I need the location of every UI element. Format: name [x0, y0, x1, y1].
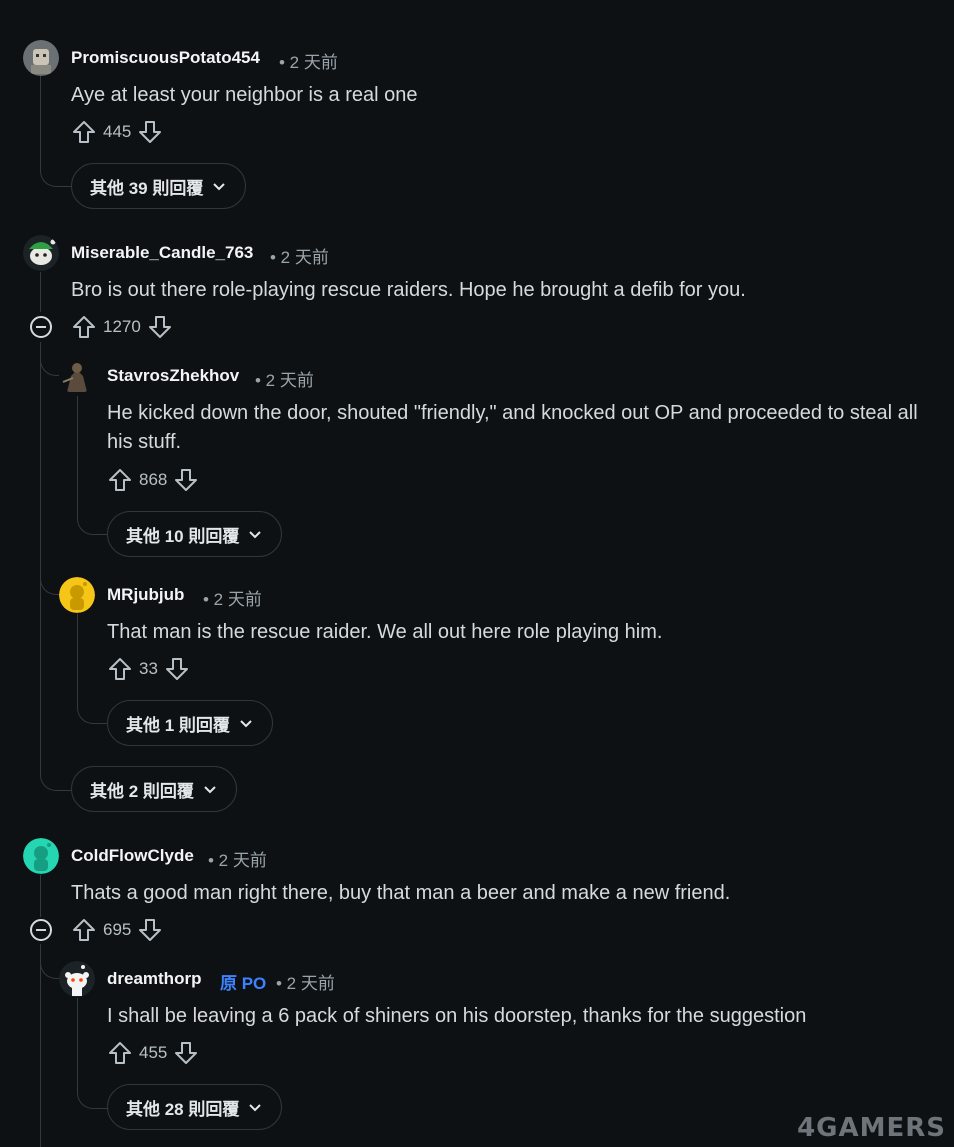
timestamp: • 2 天前	[203, 590, 262, 609]
downvote-icon[interactable]	[137, 119, 163, 145]
more-replies-label: 其他 2 則回覆	[90, 781, 194, 801]
more-replies-label: 其他 1 則回覆	[126, 715, 230, 735]
username[interactable]: PromiscuousPotato454	[71, 48, 260, 68]
upvote-icon[interactable]	[71, 314, 97, 340]
upvote-icon[interactable]	[107, 656, 133, 682]
vote-bar: 868	[107, 466, 199, 494]
username[interactable]: dreamthorp	[107, 969, 201, 989]
timestamp: • 2 天前	[279, 53, 338, 72]
collapse-thread-button[interactable]	[30, 316, 52, 338]
vote-count: 455	[139, 1043, 168, 1062]
thread-line	[77, 396, 78, 516]
collapse-thread-button[interactable]	[30, 919, 52, 941]
more-replies-label: 其他 10 則回覆	[126, 526, 240, 546]
avatar[interactable]	[59, 577, 95, 613]
thread-connector	[40, 560, 59, 595]
chevron-down-icon	[249, 1104, 262, 1112]
downvote-icon[interactable]	[137, 917, 163, 943]
timestamp: • 2 天前	[276, 974, 335, 993]
thread-connector	[77, 500, 108, 535]
chevron-down-icon	[249, 531, 262, 539]
upvote-icon[interactable]	[107, 1040, 133, 1066]
comment-text: Aye at least your neighbor is a real one	[71, 84, 418, 106]
username[interactable]: Miserable_Candle_763	[71, 243, 253, 263]
vote-bar: 455	[107, 1039, 199, 1067]
avatar[interactable]	[23, 235, 59, 271]
downvote-icon[interactable]	[164, 656, 190, 682]
avatar[interactable]	[59, 358, 95, 394]
thread-line	[40, 875, 41, 917]
avatar[interactable]	[59, 961, 95, 997]
avatar[interactable]	[23, 40, 59, 76]
thread-connector	[40, 948, 59, 979]
more-replies-label: 其他 28 則回覆	[126, 1099, 240, 1119]
thread-connector	[77, 1075, 108, 1109]
more-replies-button[interactable]: 其他 1 則回覆	[107, 700, 273, 746]
thread-connector	[40, 750, 71, 791]
comment-text: Bro is out there role-playing rescue rai…	[71, 279, 746, 301]
thread-connector	[77, 690, 108, 724]
watermark: 4GAMERS	[797, 1113, 946, 1143]
comment-text: That man is the rescue raider. We all ou…	[107, 621, 663, 643]
vote-count: 868	[139, 470, 168, 489]
vote-count: 33	[139, 659, 158, 678]
vote-count: 1270	[103, 317, 141, 336]
thread-connector	[40, 345, 59, 376]
more-replies-button[interactable]: 其他 39 則回覆	[71, 163, 247, 209]
username[interactable]: MRjubjub	[107, 585, 184, 605]
downvote-icon[interactable]	[147, 314, 173, 340]
timestamp: • 2 天前	[208, 851, 267, 870]
vote-bar: 1270	[71, 313, 173, 341]
vote-count: 695	[103, 920, 132, 939]
thread-line	[40, 944, 41, 1147]
more-replies-button[interactable]: 其他 10 則回覆	[107, 511, 283, 557]
thread-connector	[40, 76, 71, 187]
comment-text: Thats a good man right there, buy that m…	[71, 882, 731, 904]
downvote-icon[interactable]	[173, 1040, 199, 1066]
vote-bar: 445	[71, 118, 163, 146]
upvote-icon[interactable]	[71, 917, 97, 943]
upvote-icon[interactable]	[107, 467, 133, 493]
comment-text: He kicked down the door, shouted "friend…	[107, 402, 918, 453]
thread-line	[40, 342, 41, 762]
chevron-down-icon	[204, 786, 216, 794]
downvote-icon[interactable]	[173, 467, 199, 493]
vote-count: 445	[103, 122, 132, 141]
username[interactable]: StavrosZhekhov	[107, 366, 239, 386]
chevron-down-icon	[213, 183, 226, 191]
more-replies-label: 其他 39 則回覆	[90, 178, 204, 198]
comment-text: I shall be leaving a 6 pack of shiners o…	[107, 1005, 807, 1027]
vote-bar: 695	[71, 916, 163, 944]
upvote-icon[interactable]	[71, 119, 97, 145]
timestamp: • 2 天前	[255, 371, 314, 390]
username[interactable]: ColdFlowClyde	[71, 846, 194, 866]
vote-bar: 33	[107, 655, 190, 683]
avatar[interactable]	[23, 838, 59, 874]
chevron-down-icon	[240, 720, 252, 728]
op-badge: 原 PO	[220, 974, 267, 993]
thread-line	[40, 272, 41, 312]
more-replies-button[interactable]: 其他 28 則回覆	[107, 1084, 283, 1130]
more-replies-button[interactable]: 其他 2 則回覆	[71, 766, 237, 812]
timestamp: • 2 天前	[270, 248, 329, 267]
